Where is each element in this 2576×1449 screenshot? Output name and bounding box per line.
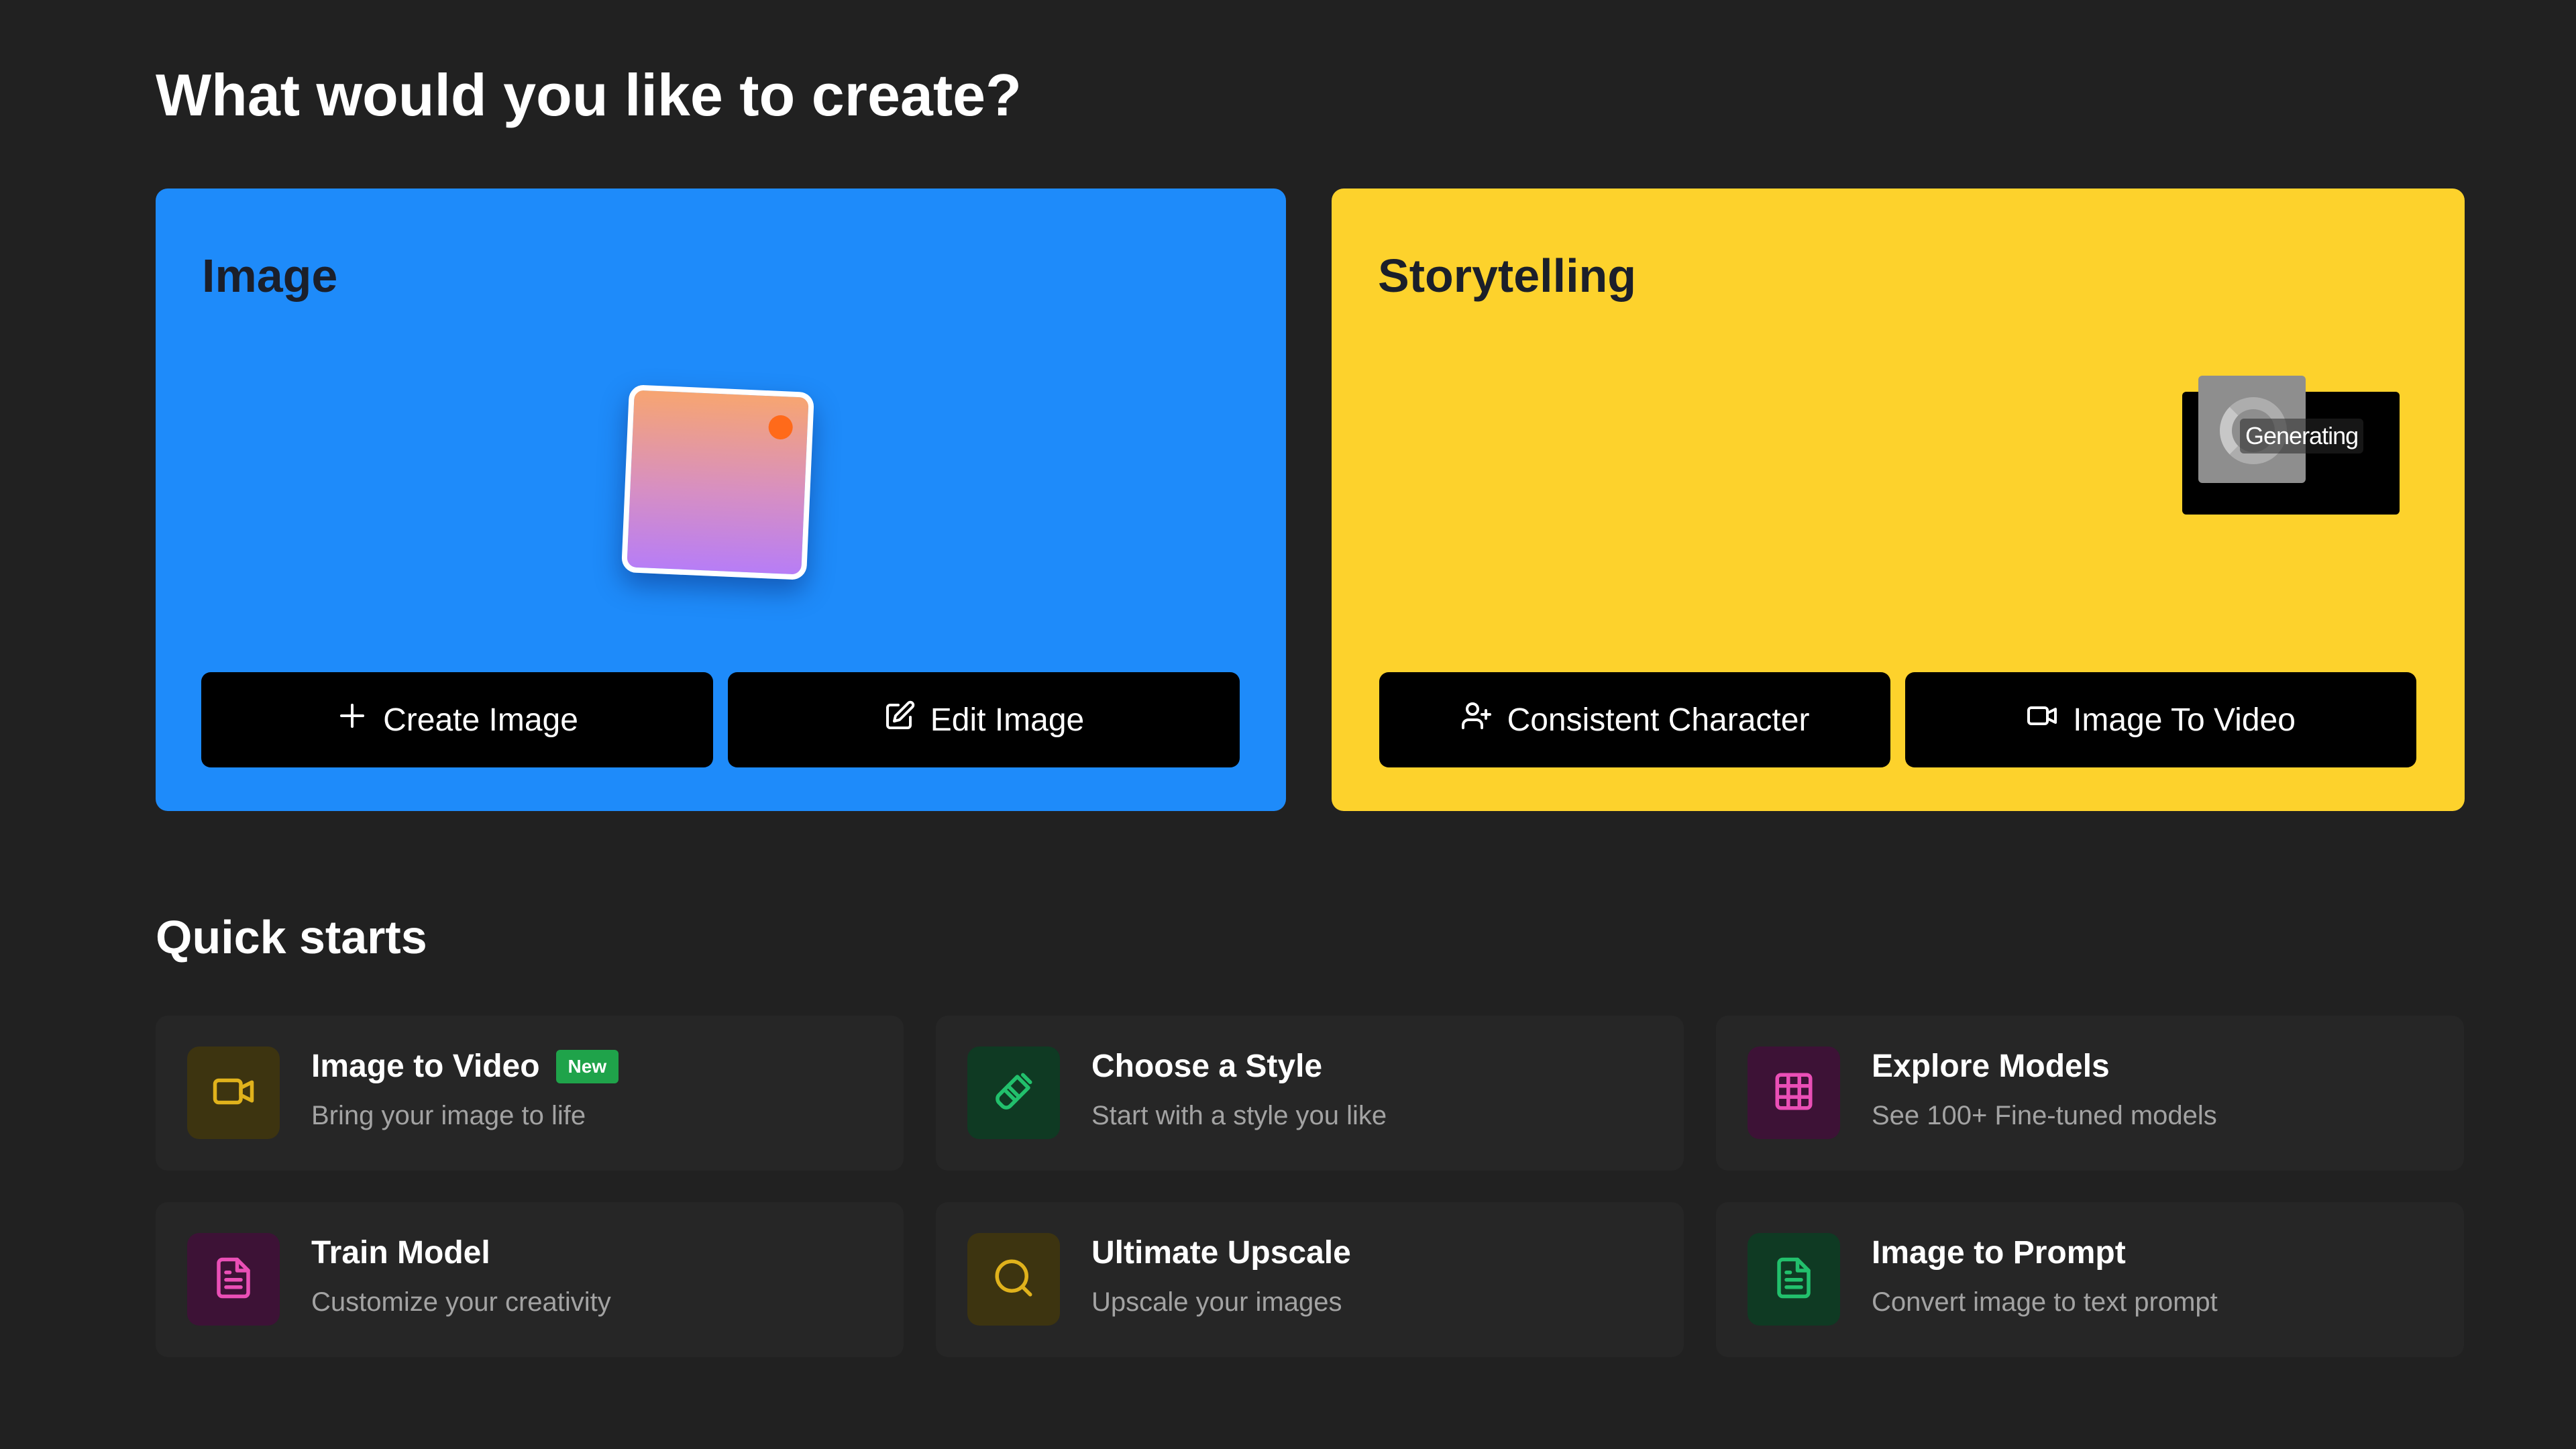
image-to-video-label: Image To Video [2073, 702, 2296, 738]
photo-illustration [621, 384, 814, 580]
edit-icon [883, 700, 916, 740]
create-image-button[interactable]: Create Image [201, 672, 713, 767]
video-icon [211, 1069, 256, 1117]
video-icon [2026, 700, 2058, 740]
quick-start-title: Image to Video [311, 1049, 540, 1084]
quick-starts-grid: Image to Video New Bring your image to l… [156, 1016, 2465, 1357]
consistent-character-label: Consistent Character [1507, 702, 1810, 738]
document-icon [211, 1256, 256, 1303]
quick-start-icon-tile [1748, 1046, 1840, 1139]
quick-start-image-to-video[interactable]: Image to Video New Bring your image to l… [156, 1016, 904, 1171]
search-icon [991, 1256, 1036, 1303]
quick-start-icon-tile [967, 1233, 1060, 1326]
quick-start-subtitle: Bring your image to life [311, 1101, 586, 1130]
quick-start-subtitle: Convert image to text prompt [1872, 1287, 2218, 1317]
image-card: Image Create Image Edit Image [156, 189, 1286, 811]
edit-image-button[interactable]: Edit Image [728, 672, 1240, 767]
create-image-label: Create Image [383, 702, 578, 738]
quick-starts-title: Quick starts [156, 911, 427, 963]
quick-start-icon-tile [1748, 1233, 1840, 1326]
quick-start-icon-tile [187, 1233, 280, 1326]
image-to-video-button[interactable]: Image To Video [1905, 672, 2416, 767]
quick-start-subtitle: Upscale your images [1091, 1287, 1342, 1317]
generating-status: Generating [2240, 419, 2364, 453]
edit-image-label: Edit Image [930, 702, 1085, 738]
paintbrush-icon [991, 1069, 1036, 1117]
quick-start-title: Ultimate Upscale [1091, 1235, 1351, 1271]
storytelling-card: Storytelling Generating Consistent Chara… [1332, 189, 2465, 811]
quick-start-subtitle: See 100+ Fine-tuned models [1872, 1101, 2217, 1130]
storytelling-card-title: Storytelling [1378, 250, 1637, 302]
quick-start-title: Choose a Style [1091, 1049, 1323, 1084]
quick-start-choose-style[interactable]: Choose a Style Start with a style you li… [936, 1016, 1684, 1171]
page-title: What would you like to create? [156, 62, 1022, 128]
grid-icon [1772, 1069, 1816, 1117]
image-card-title: Image [202, 250, 338, 302]
generating-preview: Generating [2182, 376, 2400, 515]
quick-start-train-model[interactable]: Train Model Customize your creativity [156, 1202, 904, 1357]
quick-start-subtitle: Start with a style you like [1091, 1101, 1387, 1130]
quick-start-icon-tile [187, 1046, 280, 1139]
quick-start-explore-models[interactable]: Explore Models See 100+ Fine-tuned model… [1716, 1016, 2464, 1171]
document-icon [1772, 1256, 1816, 1303]
sun-dot-icon [767, 415, 794, 440]
user-plus-icon [1460, 700, 1493, 740]
quick-start-image-to-prompt[interactable]: Image to Prompt Convert image to text pr… [1716, 1202, 2464, 1357]
plus-icon [336, 700, 368, 740]
new-badge: New [555, 1050, 619, 1083]
quick-start-icon-tile [967, 1046, 1060, 1139]
quick-start-title: Train Model [311, 1235, 490, 1271]
quick-start-ultimate-upscale[interactable]: Ultimate Upscale Upscale your images [936, 1202, 1684, 1357]
consistent-character-button[interactable]: Consistent Character [1379, 672, 1890, 767]
quick-start-title: Image to Prompt [1872, 1235, 2126, 1271]
quick-start-title: Explore Models [1872, 1049, 2110, 1084]
quick-start-subtitle: Customize your creativity [311, 1287, 611, 1317]
